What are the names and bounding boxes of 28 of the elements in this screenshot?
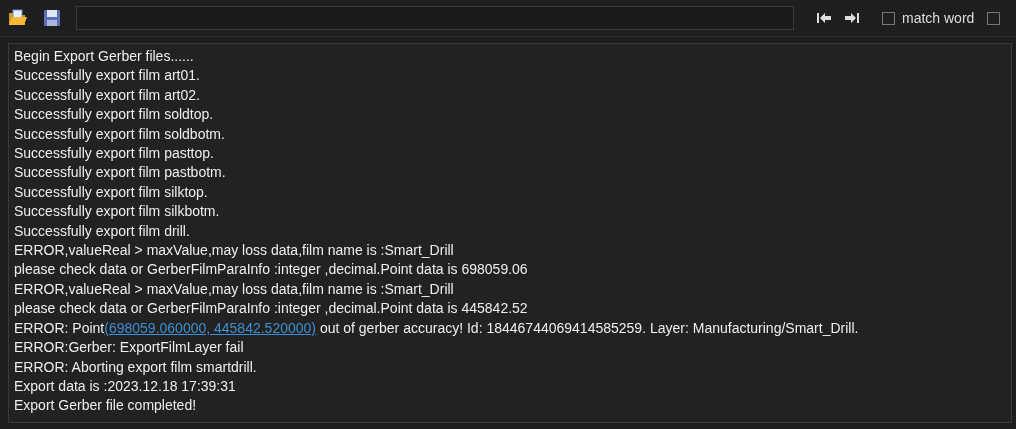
- save-icon[interactable]: [42, 9, 62, 27]
- log-line: Successfully export film art01.: [14, 66, 201, 86]
- checkbox[interactable]: [987, 11, 1001, 25]
- log-line: Successfully export film soldtop.: [14, 105, 215, 125]
- match-word-label: match word: [902, 10, 975, 26]
- log-line: ERROR,valueReal > maxValue,may loss data,film name is :Smart_Drill: [14, 279, 455, 299]
- log-line: ERROR: Aborting export film smartdrill.: [14, 357, 258, 377]
- match-word-checkbox[interactable]: [882, 11, 895, 25]
- next-icon[interactable]: [844, 12, 860, 24]
- log-line: Export Gerber file completed!: [14, 396, 198, 416]
- open-folder-icon[interactable]: [8, 9, 28, 27]
- log-line: Successfully export film pasttop.: [14, 144, 215, 164]
- log-line: please check data or GerberFilmParaInfo :integer ,decimal.Point data is 698059.06: [14, 260, 529, 280]
- log-line: Successfully export film drill.: [14, 221, 191, 241]
- log-line: please check data or GerberFilmParaInfo :integer ,decimal.Point data is 445842.52: [14, 299, 529, 319]
- coordinate-link[interactable]: (698059.060000, 445842.520000): [104, 319, 316, 336]
- log-line: ERROR: Point(698059.060000, 445842.520000) out of gerber accuracy! Id: 18446744069414585259. Layer: Manufacturing/Smart_Drill.: [14, 318, 860, 338]
- log-line: Successfully export film silkbotm.: [14, 202, 221, 222]
- log-line: Successfully export film art02.: [14, 85, 201, 105]
- log-line: Successfully export film soldbotm.: [14, 124, 226, 144]
- log-line: ERROR,valueReal > maxValue,may loss data,film name is :Smart_Drill: [14, 241, 455, 261]
- previous-icon[interactable]: [816, 12, 832, 24]
- log-line: Begin Export Gerber files......: [14, 47, 195, 66]
- log-line: Successfully export film silktop.: [14, 182, 209, 202]
- log-line: Export data is :2023.12.18 17:39:31: [14, 376, 237, 396]
- search-field[interactable]: [76, 6, 794, 30]
- log-line: Successfully export film pastbotm.: [14, 163, 227, 183]
- log-line: ERROR:Gerber: ExportFilmLayer fail: [14, 338, 245, 358]
